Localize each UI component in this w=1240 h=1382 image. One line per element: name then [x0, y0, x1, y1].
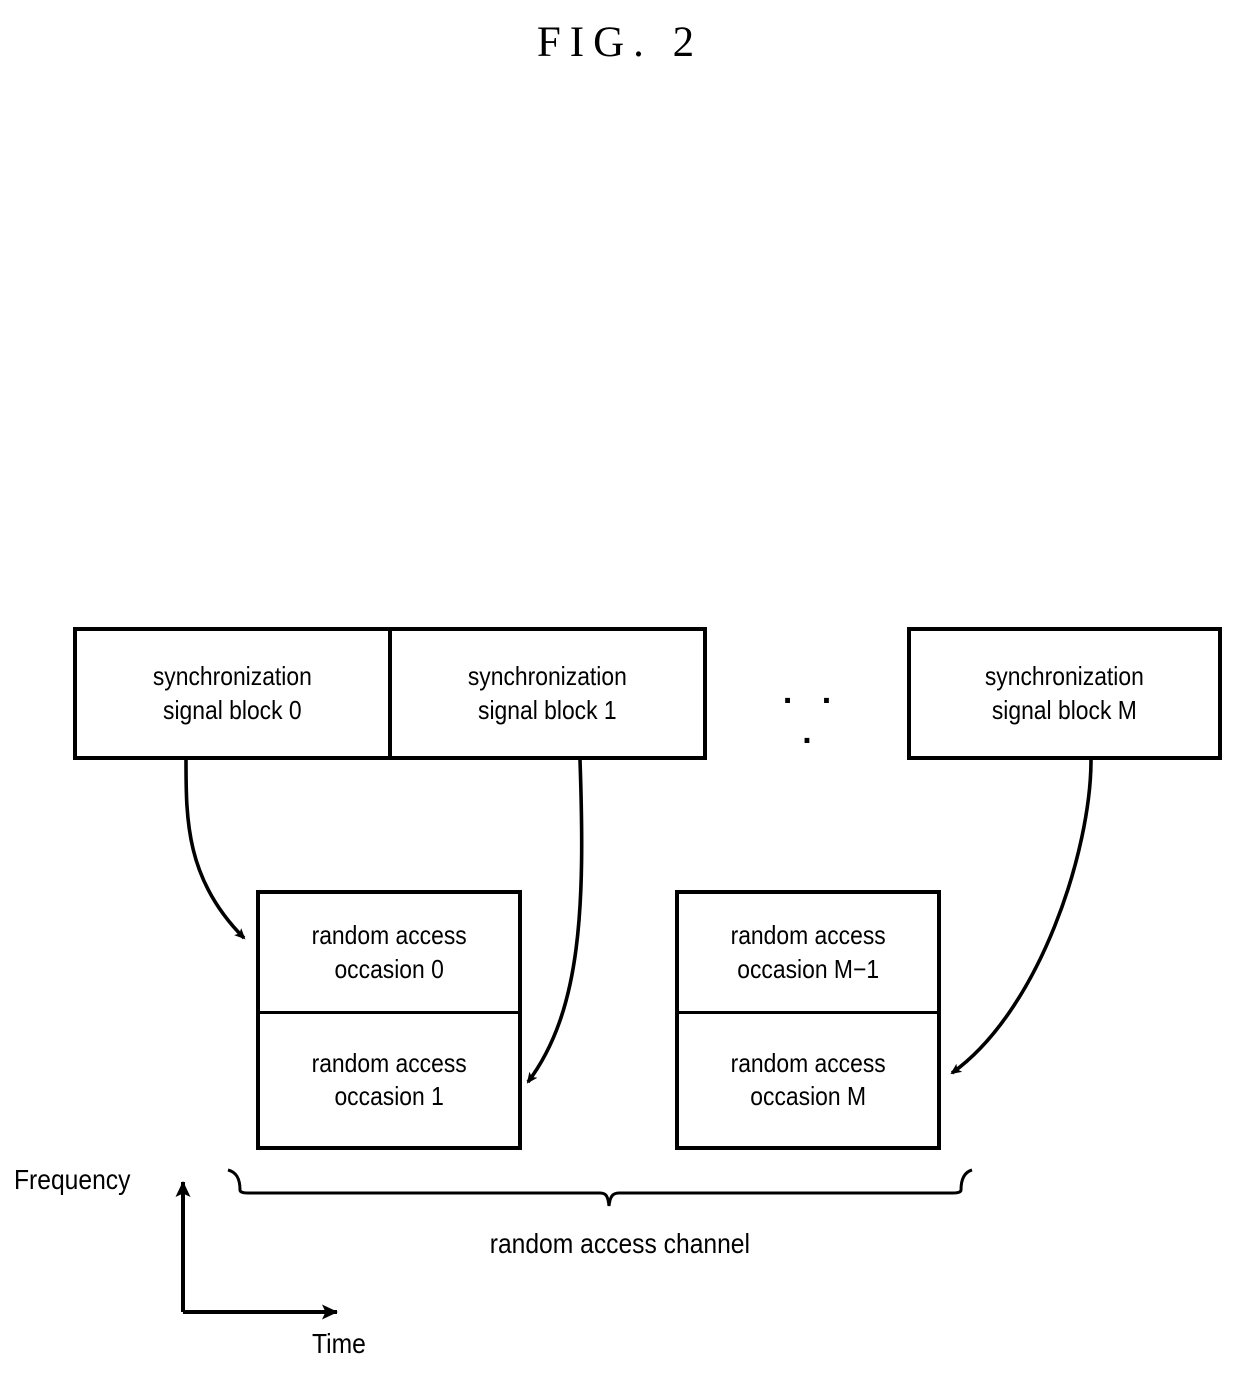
arrow-ssbm-to-raom: [950, 759, 1093, 1075]
random-access-channel-brace: [227, 1168, 973, 1207]
sync-signal-block-m-label: synchronization signal block M: [985, 661, 1144, 725]
arrow-ssb0-to-rao0: [184, 759, 246, 940]
arrow-ssb1-to-rao1: [526, 759, 584, 1084]
sync-signal-block-0: synchronization signal block 0: [73, 627, 390, 760]
random-access-occasion-m: random access occasion M: [675, 1014, 941, 1150]
frequency-axis-label: Frequency: [14, 1164, 131, 1195]
sync-signal-block-1-label: synchronization signal block 1: [468, 661, 627, 725]
random-access-occasion-0: random access occasion 0: [256, 890, 522, 1014]
sync-signal-block-1: synchronization signal block 1: [390, 627, 707, 760]
random-access-channel-label: random access channel: [489, 1228, 751, 1259]
random-access-occasion-0-label: random access occasion 0: [311, 920, 467, 984]
ellipsis-separator: . . .: [782, 673, 842, 751]
random-access-occasion-1: random access occasion 1: [256, 1014, 522, 1150]
random-access-occasion-1-label: random access occasion 1: [311, 1047, 467, 1111]
random-access-occasion-m-label: random access occasion M: [730, 1047, 886, 1111]
time-axis-label: Time: [312, 1328, 366, 1359]
random-access-occasion-m-minus-1: random access occasion M−1: [675, 890, 941, 1014]
sync-signal-block-0-label: synchronization signal block 0: [153, 661, 312, 725]
sync-signal-block-m: synchronization signal block M: [907, 627, 1222, 760]
random-access-occasion-m-minus-1-label: random access occasion M−1: [730, 920, 886, 984]
